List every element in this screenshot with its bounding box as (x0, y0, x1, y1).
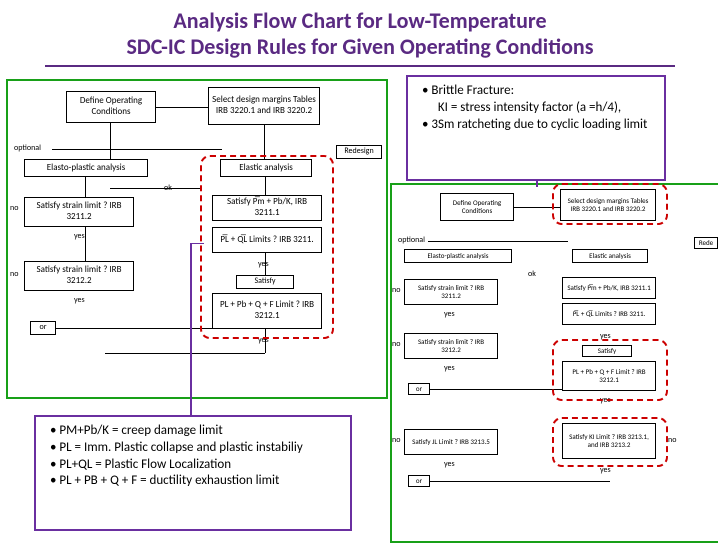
annot-bottom-b3: PL+QL = Plastic Flow Localization (59, 457, 231, 472)
right-yes-3: yes (444, 363, 455, 373)
purple-connector-1h (190, 243, 204, 245)
right-define-operating: Define Operating Conditions (440, 193, 514, 221)
left-or: or (30, 321, 56, 335)
right-yes-5: yes (444, 459, 455, 469)
annot-bottom-b1: PM+Pb/K = creep damage limit (59, 423, 222, 438)
annot-top-b2: 3Sm ratcheting due to cyclic loading lim… (431, 117, 647, 132)
left-strain-2: Satisfy strain limit ? IRB 3212.2 (24, 261, 134, 291)
right-no-1: no (392, 285, 400, 295)
left-yes-1: yes (74, 231, 85, 241)
right-elastic: Elastic analysis (572, 249, 648, 263)
right-redesign: Rede (694, 237, 718, 249)
right-strain-2: Satisfy strain limit ? IRB 3212.2 (404, 333, 498, 359)
annot-top-box: • Brittle Fracture: KI = stress intensit… (406, 75, 666, 181)
right-pmpbk: Satisfy P̅m + Pb/K, IRB 3211.1 (562, 277, 656, 299)
left-strain-1: Satisfy strain limit ? IRB 3211.2 (24, 197, 134, 227)
annot-bottom-b2: PL = Imm. Plastic collapse and plastic i… (59, 440, 302, 455)
annot-bottom-box: • PM+Pb/K = creep damage limit • PL = Im… (34, 415, 352, 531)
left-yes-3: yes (74, 295, 85, 305)
right-optional: optional (398, 235, 425, 245)
left-no-2: no (10, 269, 18, 279)
right-elasto-plastic: Elasto-plastic analysis (404, 249, 512, 263)
annot-top-b1: Brittle Fracture: (431, 83, 514, 98)
right-red-highlight-bot (552, 417, 668, 467)
right-no-2: no (392, 339, 400, 349)
right-red-highlight-top (552, 183, 668, 225)
left-optional: optional (14, 143, 41, 153)
annot-top-b1b: KI = stress intensity factor (a =h/4), (438, 100, 621, 115)
left-select-margins: Select design margins Tables IRB 3220.1 … (208, 87, 320, 125)
right-ok: ok (528, 269, 536, 279)
right-or-2: or (408, 475, 430, 487)
diagram-container: Define Operating Conditions Select desig… (0, 73, 720, 553)
title-line-1: Analysis Flow Chart for Low-Temperature (173, 7, 546, 34)
left-redesign: Redesign (336, 145, 382, 159)
right-no-4: no (668, 435, 676, 445)
purple-connector-1v (190, 243, 192, 415)
left-define-operating: Define Operating Conditions (66, 91, 156, 123)
title-underline (45, 65, 675, 67)
right-red-highlight-mid (552, 339, 668, 401)
right-plql: P̅L + Q̅L Limits ? IRB 3211. (562, 303, 656, 325)
right-strain-1: Satisfy strain limit ? IRB 3211.2 (404, 279, 498, 305)
right-or: or (408, 383, 430, 395)
annot-bottom-b4: PL + PB + Q + F = ductility exhaustion l… (59, 473, 279, 488)
purple-connector-2v (536, 181, 538, 187)
left-red-highlight (200, 155, 334, 339)
right-no-3: no (392, 435, 400, 445)
left-no-1: no (10, 203, 18, 213)
title-line-2: SDC-IC Design Rules for Given Operating … (126, 33, 593, 60)
left-elasto-plastic: Elasto-plastic analysis (24, 159, 148, 177)
right-yes-1: yes (444, 309, 455, 319)
right-jl: Satisfy JL Limit ? IRB 3213.5 (404, 429, 498, 455)
